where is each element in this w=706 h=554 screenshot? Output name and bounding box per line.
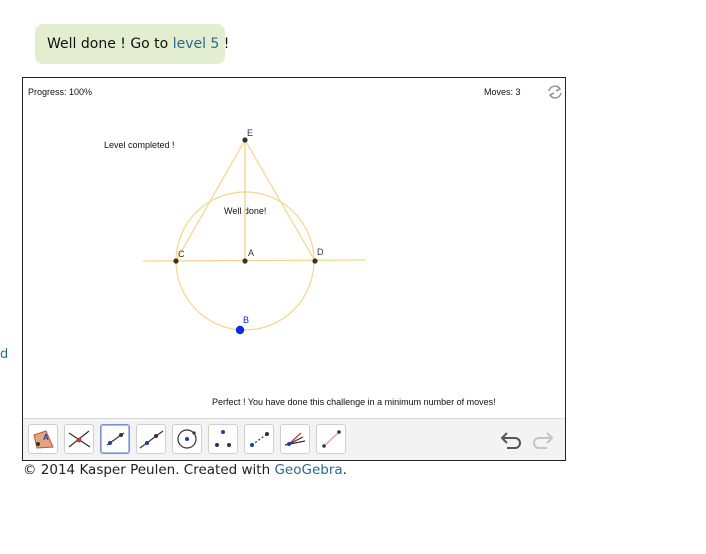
ray-icon <box>322 430 341 448</box>
point-a[interactable] <box>242 258 248 264</box>
banner-suffix: ! <box>219 36 230 52</box>
point-e-label: E <box>247 128 253 138</box>
tool-bar: A <box>23 418 565 460</box>
point-a-label: A <box>248 248 254 258</box>
redo-icon[interactable] <box>529 428 555 450</box>
footer-credit: © 2014 Kasper Peulen. Created with GeoGe… <box>23 462 347 478</box>
banner-prefix: Well done ! Go to <box>47 36 173 52</box>
point-c[interactable] <box>173 258 179 264</box>
point-b[interactable] <box>235 325 245 335</box>
intersect-icon <box>68 430 91 448</box>
move-tool[interactable]: A <box>28 424 58 454</box>
point-c-label: C <box>178 249 185 259</box>
geogebra-link[interactable]: GeoGebra <box>274 462 342 478</box>
circle-with-center-tool[interactable] <box>172 424 202 454</box>
line-through-points-icon <box>139 430 164 449</box>
perfect-message: Perfect ! You have done this challenge i… <box>212 397 496 407</box>
points-icon <box>215 430 231 447</box>
geometry-canvas[interactable]: Progress: 100% Moves: 3 Level completed … <box>23 78 565 418</box>
perpendicular-line-tool[interactable] <box>280 424 310 454</box>
line-tool-icon <box>106 432 125 446</box>
intersect-tool[interactable] <box>64 424 94 454</box>
point-b-label: B <box>243 315 249 325</box>
geogebra-applet: Progress: 100% Moves: 3 Level completed … <box>22 77 566 461</box>
perpendicular-icon <box>284 432 306 446</box>
segment-icon <box>250 432 269 447</box>
point-d[interactable] <box>312 258 318 264</box>
footer-suffix: . <box>342 462 347 478</box>
refresh-icon[interactable] <box>548 85 562 99</box>
progress-text: Progress: 100% <box>28 87 92 97</box>
edge-clipped-text: d <box>0 347 9 362</box>
level-complete-banner: Well done ! Go to level 5 ! <box>35 24 229 64</box>
point-tool[interactable] <box>208 424 238 454</box>
svg-text:A: A <box>43 433 49 442</box>
point-e[interactable] <box>242 137 248 143</box>
segment-ed[interactable] <box>244 139 316 262</box>
point-d-label: D <box>317 247 324 257</box>
undo-icon[interactable] <box>499 428 525 450</box>
move-tool-icon: A <box>33 430 54 449</box>
segment-tool[interactable] <box>244 424 274 454</box>
footer-prefix: © 2014 Kasper Peulen. Created with <box>23 462 275 478</box>
line-tool[interactable] <box>100 424 130 454</box>
moves-counter: Moves: 3 <box>484 87 521 97</box>
circle-tool-icon <box>177 429 197 449</box>
segment-ce[interactable] <box>175 139 246 262</box>
ray-tool[interactable] <box>316 424 346 454</box>
level-completed-text: Level completed ! <box>104 140 175 150</box>
line-through-points-tool[interactable] <box>136 424 166 454</box>
next-level-link[interactable]: level 5 <box>173 36 220 52</box>
